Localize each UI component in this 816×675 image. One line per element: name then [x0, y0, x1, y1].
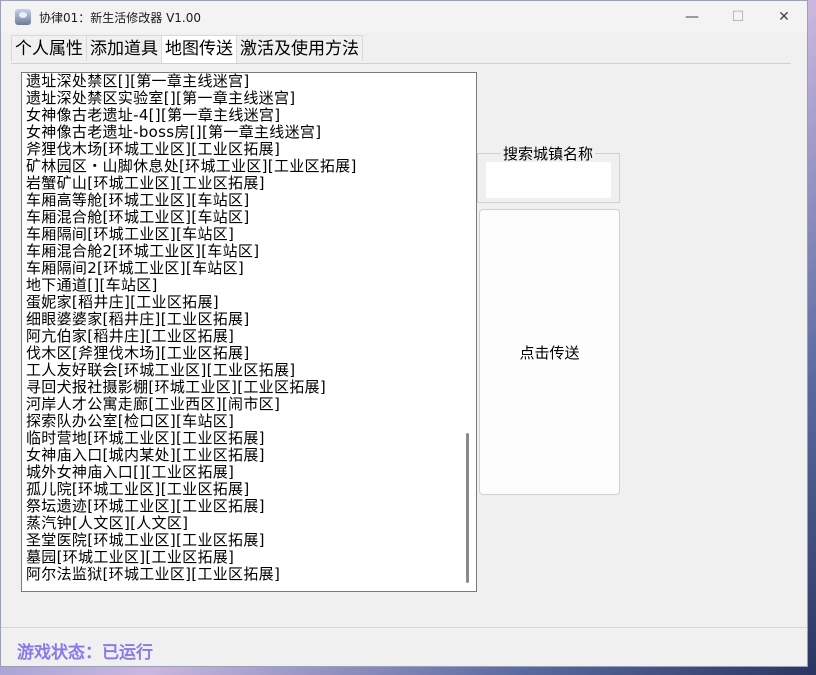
- tab-personal-attributes[interactable]: 个人属性: [11, 35, 87, 61]
- main-window: 协律01：新生活修改器 V1.00 — ☐ ✕ 个人属性 添加道具 地图传送 激…: [0, 0, 808, 667]
- list-item[interactable]: 遗址深处禁区[][第一章主线迷宫]: [26, 73, 357, 90]
- list-item[interactable]: 寻回犬报社摄影棚[环城工业区][工业区拓展]: [26, 379, 357, 396]
- tab-map-teleport[interactable]: 地图传送: [161, 35, 237, 63]
- list-item[interactable]: 祭坛遗迹[环城工业区][工业区拓展]: [26, 498, 357, 515]
- status-divider: [1, 627, 807, 628]
- list-item[interactable]: 车厢隔间2[环城工业区][车站区]: [26, 260, 357, 277]
- list-item[interactable]: 遗址深处禁区实验室[][第一章主线迷宫]: [26, 90, 357, 107]
- list-item[interactable]: 矿林园区・山脚休息处[环城工业区][工业区拓展]: [26, 158, 357, 175]
- scrollbar-thumb[interactable]: [466, 433, 469, 583]
- list-item[interactable]: 圣堂医院[环城工业区][工业区拓展]: [26, 532, 357, 549]
- list-item[interactable]: 地下通道[][车站区]: [26, 277, 357, 294]
- app-icon: [15, 9, 31, 25]
- title-bar: 协律01：新生活修改器 V1.00 — ☐ ✕: [1, 1, 807, 33]
- list-item[interactable]: 斧狸伐木场[环城工业区][工业区拓展]: [26, 141, 357, 158]
- minimize-button[interactable]: —: [669, 1, 715, 33]
- maximize-button[interactable]: ☐: [715, 1, 761, 33]
- window-title: 协律01：新生活修改器 V1.00: [39, 11, 202, 25]
- list-item[interactable]: 城外女神庙入口[][工业区拓展]: [26, 464, 357, 481]
- tab-activation-usage[interactable]: 激活及使用方法: [236, 35, 363, 61]
- list-item[interactable]: 探索队办公室[检口区][车站区]: [26, 413, 357, 430]
- list-item[interactable]: 车厢混合舱2[环城工业区][车站区]: [26, 243, 357, 260]
- list-item[interactable]: 阿亢伯家[稻井庄][工业区拓展]: [26, 328, 357, 345]
- location-list[interactable]: 遗址深处禁区[][第一章主线迷宫] 遗址深处禁区实验室[][第一章主线迷宫] 女神像…: [21, 72, 477, 592]
- list-item[interactable]: 细眼婆婆家[稻井庄][工业区拓展]: [26, 311, 357, 328]
- list-item[interactable]: 岩蟹矿山[环城工业区][工业区拓展]: [26, 175, 357, 192]
- list-item[interactable]: 工人友好联会[环城工业区][工业区拓展]: [26, 362, 357, 379]
- list-item[interactable]: 伐木区[斧狸伐木场][工业区拓展]: [26, 345, 357, 362]
- list-item[interactable]: 蛋妮家[稻井庄][工业区拓展]: [26, 294, 357, 311]
- list-item[interactable]: 车厢混合舱[环城工业区][车站区]: [26, 209, 357, 226]
- search-input[interactable]: [486, 162, 611, 198]
- tab-add-items[interactable]: 添加道具: [86, 35, 162, 61]
- list-item[interactable]: 车厢隔间[环城工业区][车站区]: [26, 226, 357, 243]
- list-item[interactable]: 河岸人才公寓走廊[工业西区][闹市区]: [26, 396, 357, 413]
- game-status: 游戏状态：已运行: [17, 643, 153, 663]
- list-item[interactable]: 车厢高等舱[环城工业区][车站区]: [26, 192, 357, 209]
- list-item[interactable]: 孤儿院[环城工业区][工业区拓展]: [26, 481, 357, 498]
- list-item[interactable]: 蒸汽钟[人文区][人文区]: [26, 515, 357, 532]
- list-item[interactable]: 临时营地[环城工业区][工业区拓展]: [26, 430, 357, 447]
- location-list-items: 遗址深处禁区[][第一章主线迷宫] 遗址深处禁区实验室[][第一章主线迷宫] 女神像…: [26, 73, 357, 583]
- close-button[interactable]: ✕: [761, 1, 807, 33]
- list-item[interactable]: 女神像古老遗址-4[][第一章主线迷宫]: [26, 107, 357, 124]
- search-group-label: 搜索城镇名称: [501, 143, 596, 164]
- list-item[interactable]: 墓园[环城工业区][工业区拓展]: [26, 549, 357, 566]
- list-item[interactable]: 女神庙入口[城内某处][工业区拓展]: [26, 447, 357, 464]
- list-item[interactable]: 女神像古老遗址-boss房[][第一章主线迷宫]: [26, 124, 357, 141]
- list-item[interactable]: 阿尔法监狱[环城工业区][工业区拓展]: [26, 566, 357, 583]
- teleport-button[interactable]: 点击传送: [479, 209, 620, 495]
- tab-bar: 个人属性 添加道具 地图传送 激活及使用方法: [11, 35, 791, 64]
